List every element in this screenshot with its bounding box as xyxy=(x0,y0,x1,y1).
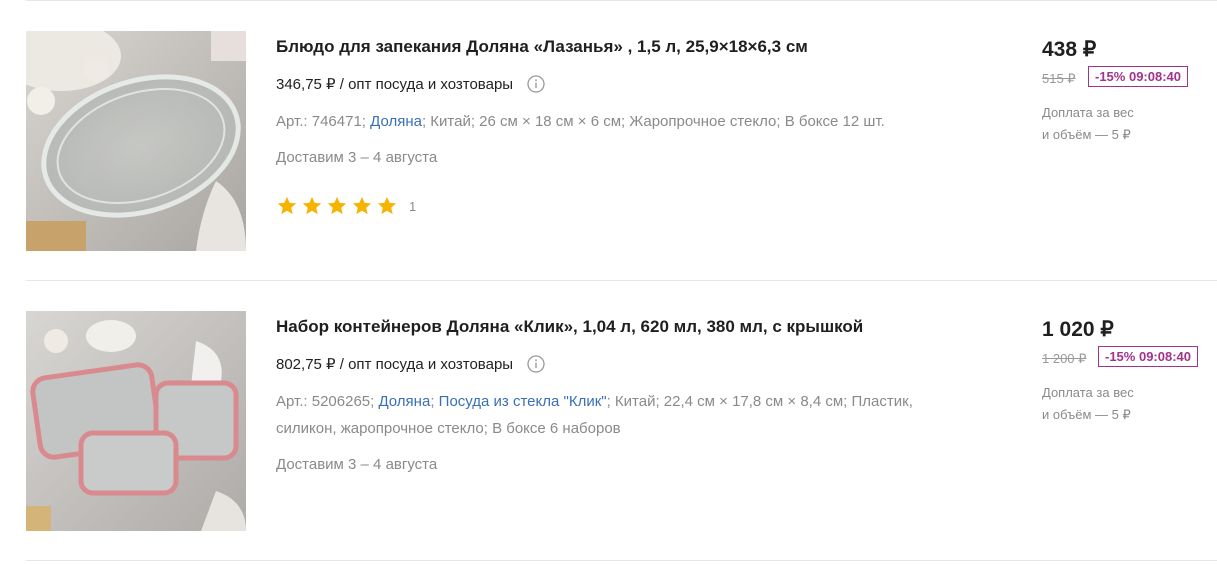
top-divider xyxy=(26,0,1217,1)
delivery-info: Доставим 3 – 4 августа xyxy=(276,149,438,166)
old-price: 515 ₽ xyxy=(1042,71,1076,86)
series-link[interactable]: Посуда из стекла "Клик" xyxy=(439,393,607,410)
brand-link[interactable]: Доляна xyxy=(370,113,422,130)
current-price: 438 ₽ xyxy=(1042,38,1097,61)
product-specs: Арт.: 5206265; Доляна; Посуда из стекла … xyxy=(276,388,916,442)
product-title[interactable]: Набор контейнеров Доляна «Клик», 1,04 л,… xyxy=(276,317,863,337)
rating[interactable]: 1 xyxy=(276,195,416,217)
spec-details: ; Китай; 26 см × 18 см × 6 см; Жаропрочн… xyxy=(421,113,885,130)
extra-charge-info: Доплата за вес и объём — 5 ₽ xyxy=(1042,102,1192,146)
extra-charge-line1: Доплата за вес xyxy=(1042,385,1134,400)
discount-badge: -15% 09:08:40 xyxy=(1098,346,1198,367)
info-icon[interactable] xyxy=(527,75,545,93)
star-icon xyxy=(377,196,397,215)
wholesale-price-text: 346,75 ₽ / опт посуда и хозтовары xyxy=(276,76,514,93)
product-image[interactable] xyxy=(26,311,246,531)
product-image[interactable] xyxy=(26,31,246,251)
wholesale-price-text: 802,75 ₽ / опт посуда и хозтовары xyxy=(276,356,514,373)
spec-article: Арт.: 746471; xyxy=(276,113,366,130)
discount-badge: -15% 09:08:40 xyxy=(1088,66,1188,87)
star-icon xyxy=(352,196,372,215)
extra-charge-info: Доплата за вес и объём — 5 ₽ xyxy=(1042,382,1192,426)
product-specs: Арт.: 746471; Доляна; Китай; 26 см × 18 … xyxy=(276,108,916,135)
spec-separator: ; xyxy=(430,393,435,410)
delivery-info: Доставим 3 – 4 августа xyxy=(276,456,438,473)
info-icon[interactable] xyxy=(527,355,545,373)
extra-charge-line2: и объём — 5 ₽ xyxy=(1042,127,1131,142)
brand-link[interactable]: Доляна xyxy=(378,393,430,410)
wholesale-price: 346,75 ₽ / опт посуда и хозтовары xyxy=(276,75,545,93)
product-title[interactable]: Блюдо для запекания Доляна «Лазанья» , 1… xyxy=(276,37,808,57)
star-icon xyxy=(302,196,322,215)
star-icon xyxy=(327,196,347,215)
current-price: 1 020 ₽ xyxy=(1042,318,1114,341)
rating-count: 1 xyxy=(409,198,417,214)
wholesale-price: 802,75 ₽ / опт посуда и хозтовары xyxy=(276,355,545,373)
row-divider xyxy=(26,560,1217,561)
star-icon xyxy=(277,196,297,215)
old-price: 1 200 ₽ xyxy=(1042,351,1087,366)
extra-charge-line1: Доплата за вес xyxy=(1042,105,1134,120)
extra-charge-line2: и объём — 5 ₽ xyxy=(1042,407,1131,422)
row-divider xyxy=(26,280,1217,281)
spec-article: Арт.: 5206265; xyxy=(276,393,375,410)
